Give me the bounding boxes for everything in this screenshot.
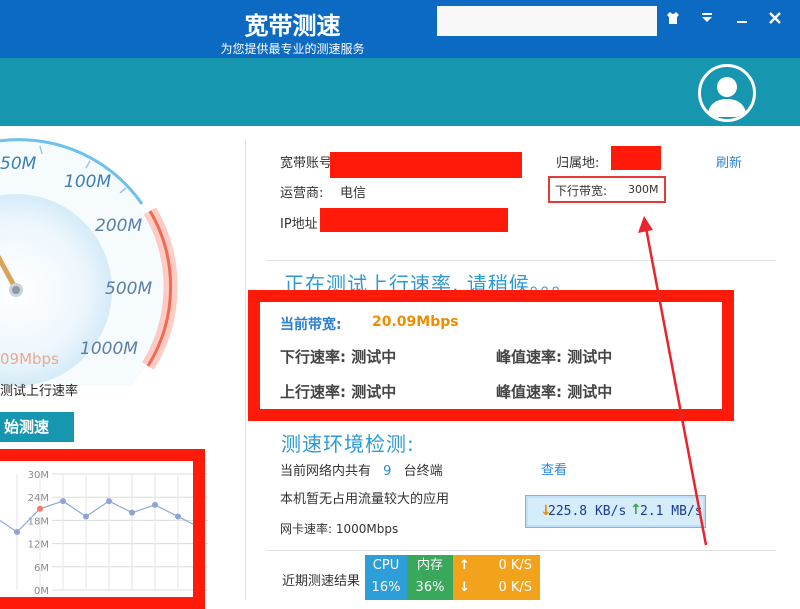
current-bandwidth-value: 20.09Mbps (372, 314, 459, 330)
view-devices-link[interactable]: 查看 (541, 459, 567, 478)
upload-monitor: ↑ 0 K/S (453, 555, 540, 577)
current-bandwidth-label: 当前带宽: (280, 317, 342, 333)
cpu-label: CPU (365, 555, 407, 577)
gauge-label-50m: 50M (0, 154, 37, 174)
panel-divider (245, 140, 246, 600)
account-redacted (330, 152, 522, 178)
traffic-note: 本机暂无占用流量较大的应用 (280, 492, 450, 507)
device-count-prefix: 当前网络内共有 (280, 464, 372, 479)
close-icon[interactable] (764, 8, 786, 30)
user-avatar-icon[interactable] (698, 64, 756, 122)
memory-label: 内存 (407, 555, 453, 577)
section-divider (266, 260, 776, 261)
downband-value: 300M (628, 183, 659, 196)
network-speed-widget: ↓ 225.8 KB/s ↑ 2.1 MB/s (525, 495, 706, 528)
section-divider-2 (266, 550, 776, 551)
page-subtitle: 为您提供最专业的测速服务 (220, 42, 365, 56)
refresh-link[interactable]: 刷新 (716, 152, 742, 171)
upload-speed: 2.1 MB/s (640, 504, 703, 519)
upload-rate: 上行速率: 测试中 (280, 383, 397, 401)
minimize-icon[interactable] (731, 8, 753, 30)
isp-value: 电信 (340, 186, 367, 201)
gauge-label-1000m: 1000M (80, 339, 138, 359)
download-speed: 225.8 KB/s (548, 504, 627, 519)
shirt-skin-icon[interactable] (662, 8, 684, 30)
ip-label: IP地址 (280, 217, 318, 232)
cpu-value: 16% (365, 577, 407, 600)
device-count-suffix: 台终端 (403, 464, 443, 479)
gauge-status-text: 测试上行速率 (0, 384, 79, 399)
environment-title: 测速环境检测: (281, 432, 415, 456)
gauge-label-200m: 200M (95, 216, 143, 236)
download-peak-rate: 峰值速率: 测试中 (496, 348, 613, 366)
gauge-label-100m: 100M (64, 172, 112, 192)
memory-value: 36% (407, 577, 453, 600)
location-label: 归属地: (556, 156, 600, 171)
downband-label: 下行带宽: (555, 184, 608, 198)
isp-label: 运营商: (280, 186, 324, 201)
gauge-label-500m: 500M (105, 279, 153, 299)
header-banner (0, 58, 800, 126)
ip-redacted (320, 208, 508, 232)
chart-highlight-box (0, 449, 205, 609)
upload-peak-rate: 峰值速率: 测试中 (496, 383, 613, 401)
gauge-current-speed: 09Mbps (0, 350, 59, 368)
device-count-text: 当前网络内共有 9 台终端 (280, 460, 443, 479)
location-redacted (611, 146, 661, 170)
download-rate-value: 0 K/S (498, 580, 532, 595)
download-monitor: ↓ 0 K/S (453, 577, 540, 600)
page-title: 宽带测速 (244, 12, 341, 40)
upload-rate-value: 0 K/S (498, 558, 532, 573)
device-count: 9 (383, 464, 392, 479)
down-arrow-icon: ↓ (459, 580, 470, 595)
nic-speed: 网卡速率: 1000Mbps (280, 522, 399, 536)
dropdown-menu-icon[interactable] (696, 8, 718, 30)
up-arrow-icon: ↑ (459, 558, 470, 573)
system-monitor-widget: CPU 16% 内存 36% ↑ 0 K/S ↓ 0 K/S (365, 555, 540, 600)
account-label: 宽带账号 (280, 156, 333, 171)
download-rate: 下行速率: 测试中 (280, 348, 397, 366)
start-test-button[interactable]: 始测速 (0, 412, 74, 442)
recent-results-label: 近期测速结果 (282, 574, 361, 589)
